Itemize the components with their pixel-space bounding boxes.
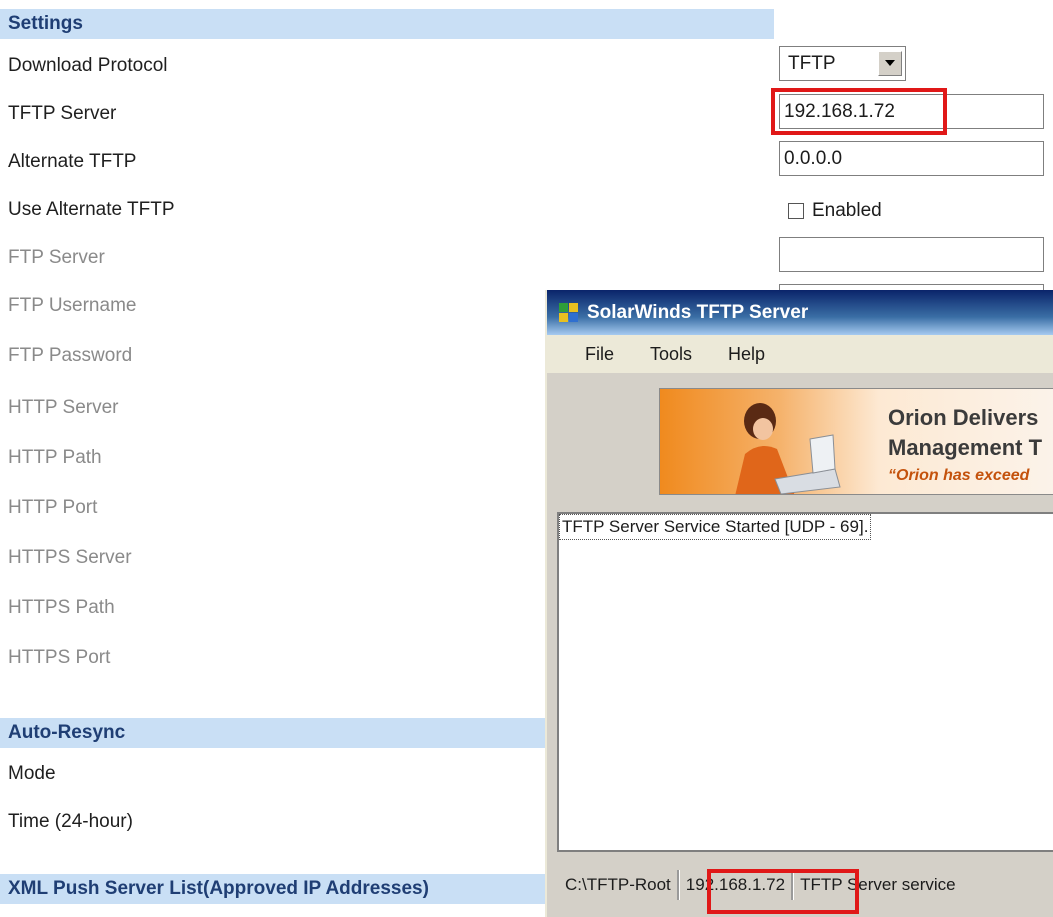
window-titlebar[interactable]: SolarWinds TFTP Server: [547, 290, 1053, 335]
solarwinds-app-icon: [559, 302, 579, 323]
label-mode: Mode: [8, 763, 56, 784]
log-entry[interactable]: TFTP Server Service Started [UDP - 69].: [559, 514, 872, 540]
menu-file[interactable]: File: [585, 344, 614, 365]
label-ftp-server: FTP Server: [8, 247, 105, 268]
status-root-path: C:\TFTP-Root: [565, 874, 671, 894]
label-alternate-tftp: Alternate TFTP: [8, 151, 137, 172]
status-bar: C:\TFTP-Root 192.168.1.72 TFTP Server se…: [547, 862, 1053, 907]
banner-headline-2: Management T: [888, 435, 1043, 460]
label-ftp-password: FTP Password: [8, 345, 133, 366]
label-http-port: HTTP Port: [8, 497, 98, 518]
label-http-path: HTTP Path: [8, 447, 102, 468]
log-list[interactable]: TFTP Server Service Started [UDP - 69].: [557, 512, 1053, 852]
label-https-port: HTTPS Port: [8, 647, 111, 668]
use-alternate-checkbox[interactable]: [788, 203, 804, 219]
ftp-server-input[interactable]: [779, 237, 1044, 272]
use-alternate-checkbox-row[interactable]: Enabled: [788, 200, 882, 222]
tftp-server-window[interactable]: SolarWinds TFTP Server File Tools Help O…: [545, 290, 1053, 917]
label-use-alternate-tftp: Use Alternate TFTP: [8, 199, 175, 220]
menu-tools[interactable]: Tools: [650, 344, 692, 365]
alternate-tftp-input[interactable]: 0.0.0.0: [779, 141, 1044, 176]
label-time-24-hour: Time (24-hour): [8, 811, 133, 832]
banner-headline-1: Orion Delivers: [888, 405, 1039, 430]
label-download-protocol: Download Protocol: [8, 55, 168, 76]
orion-ad-banner[interactable]: Orion Delivers Management T “Orion has e…: [659, 388, 1053, 495]
tftp-server-value: 192.168.1.72: [784, 101, 895, 122]
use-alternate-checkbox-label: Enabled: [812, 200, 882, 221]
label-https-path: HTTPS Path: [8, 597, 115, 618]
download-protocol-select[interactable]: TFTP: [779, 46, 906, 81]
alternate-tftp-value: 0.0.0.0: [784, 148, 843, 169]
tftp-server-input[interactable]: 192.168.1.72: [779, 94, 1044, 129]
status-service-text: TFTP Server service: [800, 874, 956, 894]
label-ftp-username: FTP Username: [8, 295, 137, 316]
woman-with-laptop-illustration: [735, 403, 841, 494]
settings-section-header: Settings: [0, 9, 774, 39]
auto-resync-section-header: Auto-Resync: [0, 718, 545, 748]
menu-bar: File Tools Help: [547, 335, 1053, 373]
label-tftp-server: TFTP Server: [8, 103, 117, 124]
label-https-server: HTTPS Server: [8, 547, 132, 568]
window-title: SolarWinds TFTP Server: [587, 301, 809, 323]
label-http-server: HTTP Server: [8, 397, 119, 418]
chevron-down-icon[interactable]: [878, 51, 902, 76]
status-ip-address: 192.168.1.72: [685, 874, 786, 894]
download-protocol-value: TFTP: [788, 53, 836, 74]
menu-help[interactable]: Help: [728, 344, 765, 365]
xml-push-section-header: XML Push Server List(Approved IP Address…: [0, 874, 545, 904]
banner-quote: “Orion has exceed: [888, 467, 1030, 484]
